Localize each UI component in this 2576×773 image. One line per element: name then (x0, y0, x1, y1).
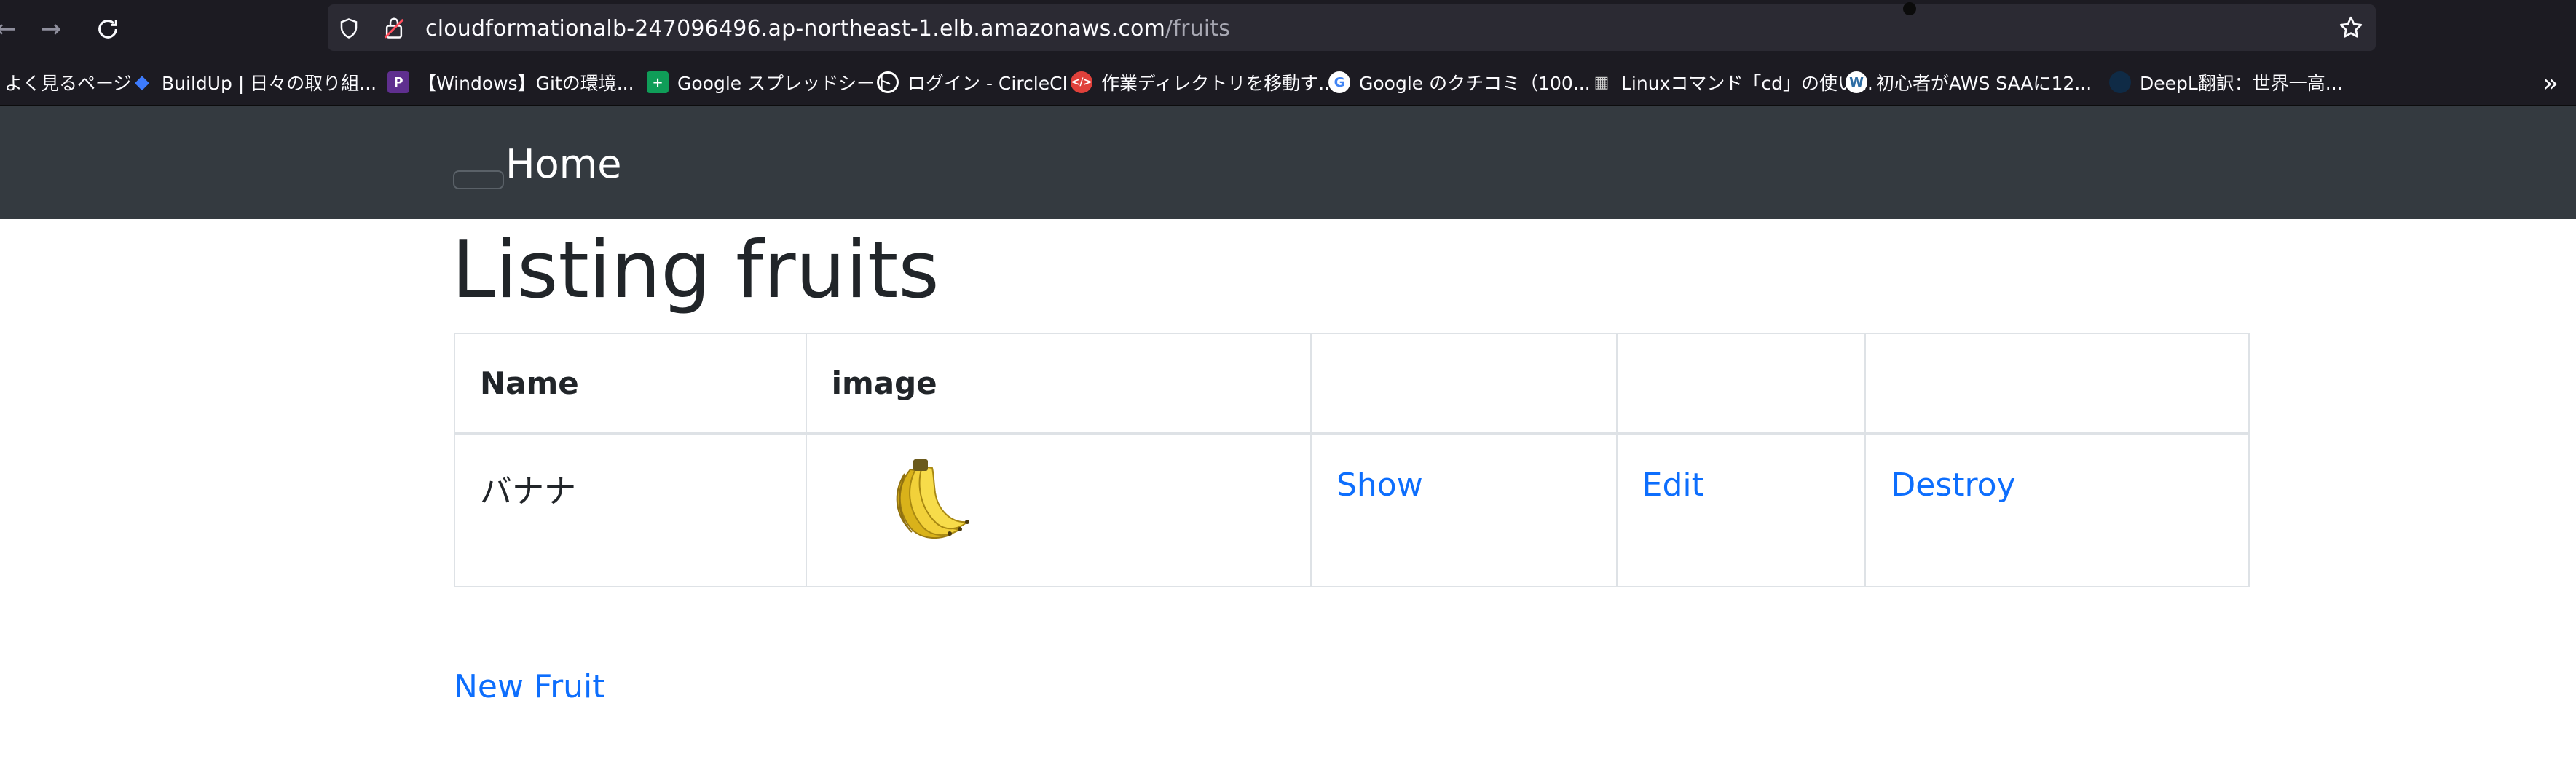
table-header-row: Name image (454, 333, 2250, 435)
bookmark-item[interactable]: ◆ BuildUp | 日々の取り組... (131, 70, 377, 95)
bookmark-label: Google スプレッドシート (677, 73, 894, 94)
bookmark-label: Google のクチコミ（100... (1359, 73, 1591, 94)
navbar: Home (0, 106, 2576, 219)
edit-link[interactable]: Edit (1642, 435, 1840, 504)
bookmark-item[interactable]: G Google のクチコミ（100... (1328, 70, 1591, 95)
bookmark-item[interactable]: P 【Windows】Gitの環境... (387, 70, 634, 95)
bookmark-label: 【Windows】Gitの環境... (418, 73, 634, 94)
bookmark-item[interactable]: </> 作業ディレクトリを移動す... (1071, 70, 1336, 95)
bookmark-star-icon[interactable] (2338, 15, 2364, 41)
cell-edit: Edit (1615, 432, 1867, 587)
navbar-brand-home[interactable]: Home (505, 141, 621, 187)
column-header-image: image (805, 333, 1312, 435)
column-header-edit (1615, 333, 1867, 435)
insecure-lock-icon[interactable] (383, 16, 405, 39)
show-link[interactable]: Show (1336, 435, 1591, 504)
address-bar[interactable]: cloudformationalb-247096496.ap-northeast… (328, 4, 2376, 51)
google-icon: G (1328, 71, 1350, 93)
bookmark-item[interactable]: W 初心者がAWS SAAに12... (1846, 70, 2092, 95)
back-arrow-icon[interactable]: ← (0, 9, 26, 49)
bookmark-label: よく見るページ (4, 73, 132, 94)
bookmark-label: 作業ディレクトリを移動す... (1101, 73, 1336, 94)
reload-icon[interactable] (87, 9, 128, 49)
sheets-icon: + (647, 71, 669, 93)
url-host: cloudformationalb-247096496.ap-northeast… (425, 16, 1165, 41)
buildup-icon: ◆ (135, 71, 149, 93)
url-text[interactable]: cloudformationalb-247096496.ap-northeast… (425, 16, 1230, 41)
browser-toolbar: ← → cloudformationalb-247096496.ap-north… (0, 0, 2576, 58)
wordpress-icon: W (1846, 71, 1867, 93)
shield-icon[interactable] (338, 17, 360, 39)
cursor-dot (1903, 2, 1916, 15)
deepl-icon (2109, 71, 2131, 93)
qiita-code-icon: </> (1071, 71, 1092, 93)
bookmarks-overflow-icon[interactable]: » (2542, 68, 2559, 98)
fruits-table: Name image バナナ Show Edit Destroy (454, 333, 2250, 587)
bookmark-item[interactable]: DeepL翻訳：世界一高... (2109, 70, 2343, 95)
page-title: Listing fruits (452, 225, 940, 316)
table-row: バナナ Show Edit Destroy (454, 432, 2250, 587)
linux-site-icon: ▦ (1594, 73, 1610, 92)
bookmarks-bar: よく見るページ ◆ BuildUp | 日々の取り組... P 【Windows… (0, 58, 2576, 106)
fruit-name: バナナ (480, 473, 576, 510)
url-path: /fruits (1165, 16, 1231, 41)
banana-image (896, 459, 969, 539)
column-header-show (1309, 333, 1618, 435)
bookmark-item[interactable]: ▦ Linuxコマンド「cd」の使い... (1591, 70, 1873, 95)
cell-image (805, 432, 1312, 587)
bookmark-label: Linuxコマンド「cd」の使い... (1621, 73, 1873, 94)
bookmark-item[interactable]: + Google スプレッドシート (647, 70, 893, 95)
p-logo-icon: P (387, 71, 409, 93)
bookmark-label: BuildUp | 日々の取り組... (162, 73, 377, 94)
new-fruit-link[interactable]: New Fruit (454, 668, 605, 705)
bookmark-label: DeepL翻訳：世界一高... (2140, 73, 2343, 94)
bookmark-label: 初心者がAWS SAAに12... (1876, 73, 2092, 94)
bookmark-item[interactable]: ログイン - CircleCI (877, 70, 1068, 95)
cell-show: Show (1309, 432, 1618, 587)
bookmark-item[interactable]: よく見るページ (4, 70, 132, 95)
forward-arrow-icon[interactable]: → (31, 9, 71, 49)
navbar-toggler-button[interactable] (453, 170, 504, 189)
circleci-icon (877, 71, 899, 93)
column-header-destroy (1864, 333, 2250, 435)
column-header-name: Name (454, 333, 807, 435)
cell-destroy: Destroy (1864, 432, 2250, 587)
cell-name: バナナ (454, 432, 807, 587)
destroy-link[interactable]: Destroy (1891, 435, 2224, 504)
bookmark-label: ログイン - CircleCI (907, 73, 1068, 94)
